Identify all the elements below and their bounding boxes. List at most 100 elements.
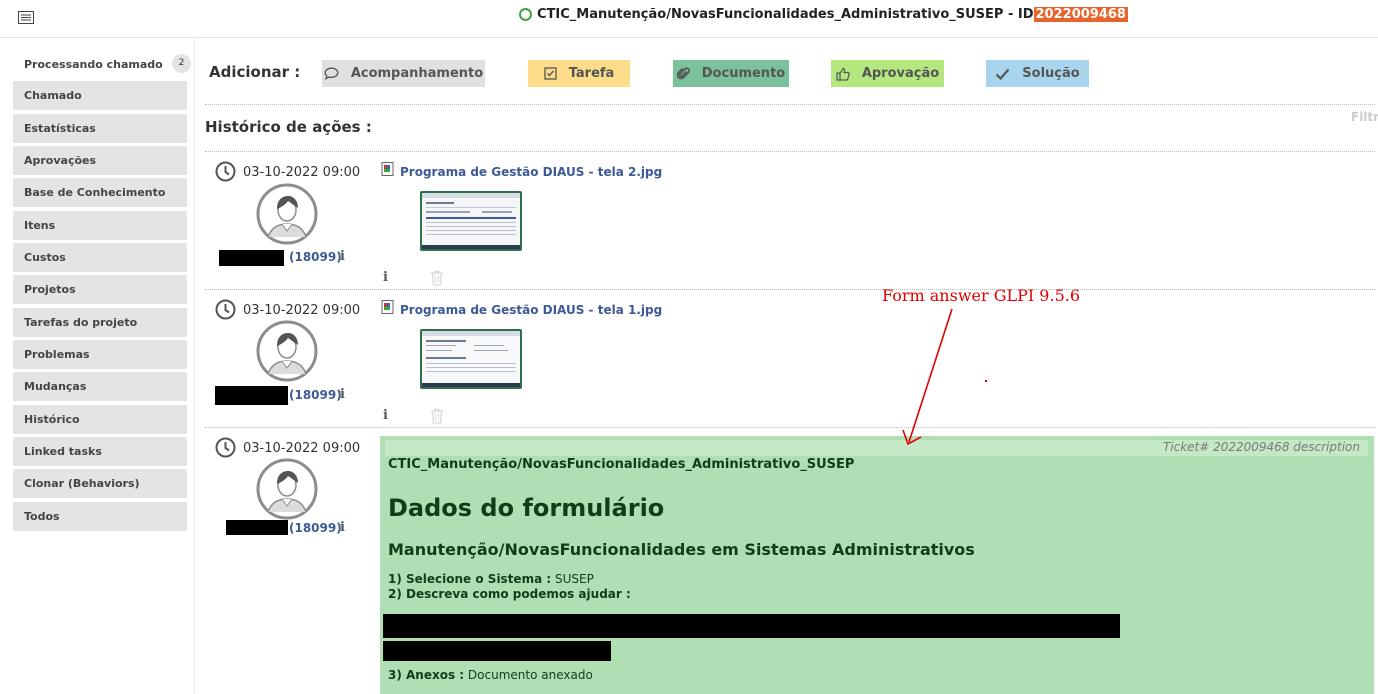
user-id[interactable]: (18099) <box>289 388 342 402</box>
document-link[interactable]: Programa de Gestão DIAUS - tela 1.jpg <box>400 303 662 317</box>
description-header-text: Ticket# 2022009468 description <box>1162 440 1360 454</box>
ticket-title-text: CTIC_Manutenção/NovasFuncionalidades_Adm… <box>537 7 1034 22</box>
filter-link[interactable]: Filtr <box>1351 110 1378 124</box>
tab-label: Custos <box>24 251 66 264</box>
tab-label: Chamado <box>24 89 82 102</box>
status-new-icon <box>519 8 532 21</box>
add-followup-button[interactable]: Acompanhamento <box>322 60 485 87</box>
history-title: Histórico de ações : <box>205 118 372 136</box>
answer-value: SUSEP <box>554 572 594 586</box>
info-icon[interactable]: i <box>340 387 345 402</box>
annotation-text: Form answer GLPI 9.5.6 <box>882 286 1081 305</box>
checkbox-icon <box>544 67 557 80</box>
add-document-button[interactable]: Documento <box>673 60 789 87</box>
image-file-icon <box>381 162 394 176</box>
trash-icon[interactable] <box>430 408 444 424</box>
tab-label: Linked tasks <box>24 445 102 458</box>
info-icon[interactable]: i <box>383 270 388 285</box>
add-task-button[interactable]: Tarefa <box>528 60 630 87</box>
tab-label: Clonar (Behaviors) <box>24 477 140 490</box>
user-avatar-icon <box>256 183 318 245</box>
tab-itens[interactable]: Itens <box>13 211 187 240</box>
tab-label: Processando chamado <box>24 58 163 71</box>
redacted-username <box>215 386 288 405</box>
tab-processando-chamado[interactable]: Processando chamado <box>13 50 187 76</box>
document-thumbnail[interactable] <box>420 191 522 251</box>
redacted-answer-text <box>383 641 611 661</box>
info-icon[interactable]: i <box>340 520 345 535</box>
tab-problemas[interactable]: Problemas <box>13 340 187 369</box>
redacted-username <box>226 520 288 535</box>
tab-projetos[interactable]: Projetos <box>13 275 187 304</box>
top-bar: CTIC_Manutenção/NovasFuncionalidades_Adm… <box>0 0 1378 38</box>
question-label: 1) Selecione o Sistema : <box>388 572 552 586</box>
tab-label: Histórico <box>24 413 80 426</box>
description-title: CTIC_Manutenção/NovasFuncionalidades_Adm… <box>388 457 855 472</box>
tab-label: Todos <box>24 510 60 523</box>
question-label: 3) Anexos : <box>388 668 465 682</box>
clock-icon <box>215 299 236 320</box>
clock-icon <box>215 161 236 182</box>
form-answer-2: 2) Descreva como podemos ajudar : <box>388 587 631 601</box>
tab-historico[interactable]: Histórico <box>13 405 187 434</box>
user-id[interactable]: (18099) <box>289 521 342 535</box>
description-header: Ticket# 2022009468 description <box>385 440 1368 456</box>
tab-label: Base de Conhecimento <box>24 186 166 199</box>
sidebar: Processando chamado 2 Chamado Estatístic… <box>4 38 195 694</box>
info-icon[interactable]: i <box>340 249 345 264</box>
form-answer-3: 3) Anexos : Documento anexado <box>388 668 593 682</box>
button-label: Aprovação <box>861 66 940 81</box>
tab-clonar-behaviors[interactable]: Clonar (Behaviors) <box>13 469 187 498</box>
trash-icon[interactable] <box>430 270 444 286</box>
question-label: 2) Descreva como podemos ajudar : <box>388 587 631 601</box>
paperclip-icon <box>676 66 690 79</box>
annotation-dot <box>985 380 987 382</box>
redacted-username <box>219 250 284 266</box>
document-thumbnail[interactable] <box>420 329 522 389</box>
tab-custos[interactable]: Custos <box>13 243 187 272</box>
tab-label: Aprovações <box>24 154 97 167</box>
button-label: Documento <box>701 66 786 81</box>
form-heading: Dados do formulário <box>388 494 665 522</box>
thumbs-up-icon <box>836 67 850 81</box>
form-subheading: Manutenção/NovasFuncionalidades em Siste… <box>388 540 975 559</box>
redacted-answer-text <box>383 614 1120 638</box>
count-badge: 2 <box>172 54 191 73</box>
tab-tarefas-projeto[interactable]: Tarefas do projeto <box>13 308 187 337</box>
button-label: Tarefa <box>568 66 615 81</box>
answer-value: Documento anexado <box>467 668 593 682</box>
entry-date: 03-10-2022 09:00 <box>243 165 361 180</box>
image-file-icon <box>381 300 394 314</box>
clock-icon <box>215 437 236 458</box>
user-id[interactable]: (18099) <box>289 250 342 264</box>
comment-icon <box>324 67 339 80</box>
tab-estatisticas[interactable]: Estatísticas <box>13 114 187 143</box>
ticket-description: Ticket# 2022009468 description CTIC_Manu… <box>380 436 1374 694</box>
divider <box>205 289 1375 290</box>
tab-aprovacoes[interactable]: Aprovações <box>13 146 187 175</box>
divider <box>205 104 1375 105</box>
info-icon[interactable]: i <box>383 408 388 423</box>
document-link[interactable]: Programa de Gestão DIAUS - tela 2.jpg <box>400 165 662 179</box>
tab-label: Tarefas do projeto <box>24 316 138 329</box>
tab-label: Mudanças <box>24 380 87 393</box>
list-menu-icon[interactable] <box>18 11 34 24</box>
add-solution-button[interactable]: Solução <box>986 60 1089 87</box>
annotation-arrow <box>902 308 953 446</box>
tab-chamado[interactable]: Chamado <box>13 81 187 110</box>
add-approval-button[interactable]: Aprovação <box>831 60 944 87</box>
divider <box>205 151 1375 152</box>
tab-todos[interactable]: Todos <box>13 502 187 531</box>
user-avatar-icon <box>256 320 318 382</box>
tab-mudancas[interactable]: Mudanças <box>13 372 187 401</box>
entry-date: 03-10-2022 09:00 <box>243 441 361 456</box>
ticket-title: CTIC_Manutenção/NovasFuncionalidades_Adm… <box>519 7 1128 22</box>
screenshot-thumbnail-image <box>422 193 520 249</box>
tab-base-conhecimento[interactable]: Base de Conhecimento <box>13 178 187 207</box>
divider <box>205 427 1375 428</box>
tab-label: Estatísticas <box>24 122 96 135</box>
screenshot-thumbnail-image <box>422 331 520 387</box>
tab-linked-tasks[interactable]: Linked tasks <box>13 437 187 466</box>
tab-label: Problemas <box>24 348 90 361</box>
add-label: Adicionar : <box>209 63 301 81</box>
